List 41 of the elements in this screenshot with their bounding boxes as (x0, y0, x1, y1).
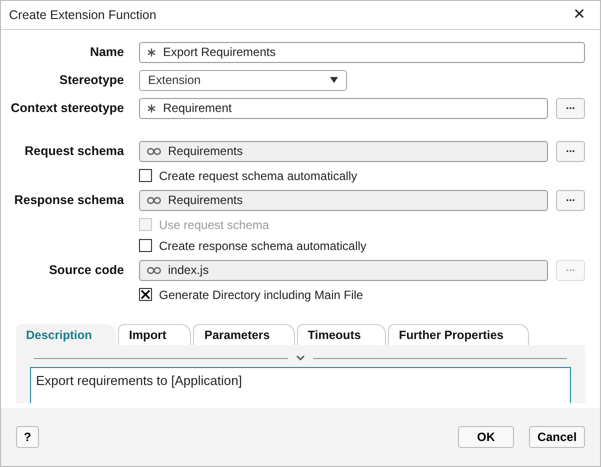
field-label: Name (90, 45, 124, 59)
checkbox-label: Create request schema automatically (159, 168, 358, 184)
tab[interactable]: Timeouts (296, 324, 386, 345)
field-label: Request schema (24, 144, 124, 158)
checkbox[interactable] (139, 288, 152, 301)
window-title: Create Extension Function (9, 6, 156, 24)
input-field[interactable]: index.js (139, 260, 548, 280)
checkbox-label: Create response schema automatically (159, 238, 366, 254)
input-field[interactable]: Requirements (139, 190, 548, 210)
description-field[interactable]: Export requirements to [Application] (30, 367, 571, 403)
input-field[interactable]: Requirements (139, 140, 548, 162)
cancel-button[interactable]: Cancel (529, 426, 585, 448)
dropdown-arrow-icon (330, 77, 338, 83)
tab[interactable]: Further Properties (388, 324, 529, 345)
checkbox[interactable] (139, 239, 152, 252)
checkbox[interactable] (139, 169, 152, 182)
tab[interactable]: Parameters (193, 324, 295, 345)
tab[interactable]: Import (118, 324, 192, 345)
link-icon (147, 266, 161, 274)
link-icon (147, 196, 161, 204)
field-label: Source code (48, 263, 124, 277)
asterisk-icon (147, 48, 156, 56)
input-field[interactable]: Requirement (139, 98, 548, 118)
asterisk-icon (147, 104, 156, 112)
ok-button[interactable]: OK (458, 426, 514, 448)
checkbox-label: Use request schema (159, 216, 270, 234)
browse-button[interactable]: ... (556, 190, 585, 210)
close-button[interactable]: ✕ (567, 4, 592, 26)
checkbox-label: Generate Directory including Main File (159, 286, 364, 304)
help-button[interactable]: ? (16, 426, 39, 448)
field-label: Context stereotype (10, 101, 124, 115)
field-label: Stereotype (59, 73, 124, 87)
browse-button[interactable]: ... (556, 140, 585, 162)
chevron-down-icon[interactable] (296, 355, 305, 361)
field-label: Response schema (14, 193, 124, 207)
check-icon (141, 290, 150, 299)
browse-button[interactable]: ... (556, 98, 585, 118)
tab[interactable]: Description (16, 324, 116, 345)
input-field[interactable]: Export Requirements (139, 42, 585, 62)
stereotype-dropdown[interactable]: Extension (139, 70, 347, 90)
link-icon (147, 148, 161, 154)
